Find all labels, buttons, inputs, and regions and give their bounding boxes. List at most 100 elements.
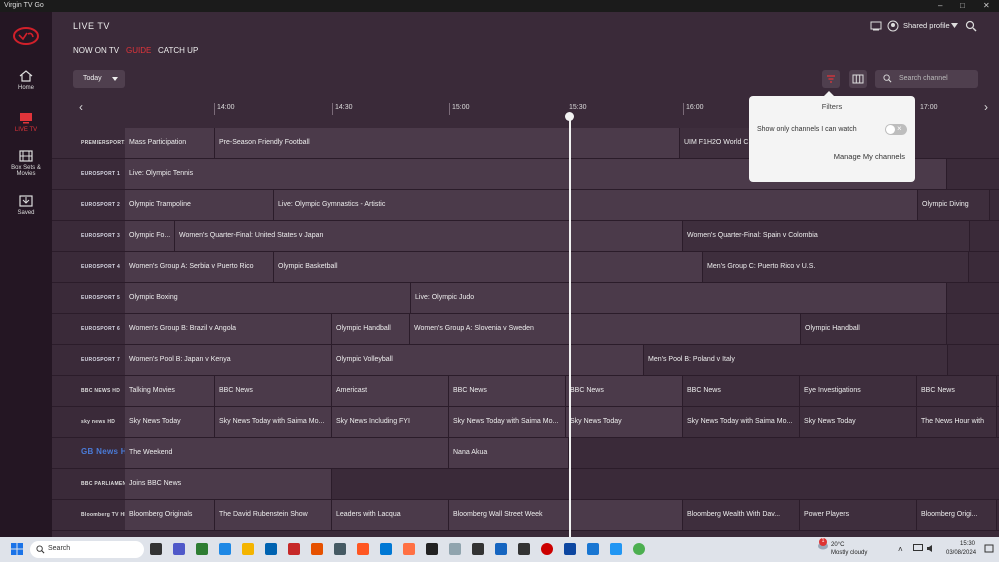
minimize-button[interactable]: –: [938, 1, 942, 10]
search-icon[interactable]: [965, 20, 977, 32]
programme-cell[interactable]: BBC News: [449, 376, 566, 406]
programme-cell[interactable]: Americast: [332, 376, 449, 406]
programme-cell[interactable]: Live: Olympic Judo: [411, 283, 947, 313]
programme-cell[interactable]: Mass Participation: [125, 128, 215, 158]
programme-cell[interactable]: Olympic Handball: [332, 314, 410, 344]
programme-cell[interactable]: Women's Pool B: Japan v Kenya: [125, 345, 332, 375]
notifications-icon[interactable]: [984, 544, 994, 554]
cast-icon[interactable]: [870, 21, 882, 31]
app-icon[interactable]: [196, 543, 208, 555]
programme-cell[interactable]: Joins BBC News: [125, 469, 332, 499]
chevron-up-icon[interactable]: ˄: [898, 545, 903, 554]
programme-cell[interactable]: BBC News: [683, 376, 800, 406]
programme-cell[interactable]: Sky News Today with Saima Mo...: [449, 407, 566, 437]
programme-cell[interactable]: Nana Akua: [449, 438, 569, 468]
programme-cell[interactable]: Olympic Boxing: [125, 283, 411, 313]
app-icon[interactable]: [495, 543, 507, 555]
programme-cell[interactable]: Leaders with Lacqua: [332, 500, 449, 530]
programme-cell[interactable]: Sky News Today: [566, 407, 683, 437]
tab-guide[interactable]: GUIDE: [126, 46, 151, 55]
close-button[interactable]: ✕: [983, 1, 990, 10]
outlook-icon[interactable]: [564, 543, 576, 555]
app-icon[interactable]: [334, 543, 346, 555]
channel-logo[interactable]: BBC NEWS HD: [81, 388, 120, 394]
channel-logo[interactable]: BBC PARLIAMENT: [81, 481, 130, 487]
app-icon[interactable]: [518, 543, 530, 555]
chevron-down-icon[interactable]: [951, 23, 958, 28]
app-icon[interactable]: [587, 543, 599, 555]
programme-cell[interactable]: Women's Quarter-Final: United States v J…: [175, 221, 683, 251]
filter-button[interactable]: [822, 70, 840, 88]
programme-cell[interactable]: Power Players: [800, 500, 917, 530]
programme-cell[interactable]: Sky News Including FYI: [332, 407, 449, 437]
programme-cell[interactable]: Olympic Diving: [918, 190, 990, 220]
virgin-tv-icon[interactable]: [541, 543, 553, 555]
programme-cell[interactable]: Olympic Handball: [801, 314, 947, 344]
programme-cell[interactable]: The News Hour with: [917, 407, 997, 437]
watchable-channels-toggle[interactable]: ×: [885, 124, 907, 135]
windows-start-icon[interactable]: [11, 543, 23, 555]
programme-cell[interactable]: Bloomberg Origi...: [917, 500, 997, 530]
channel-logo[interactable]: EUROSPORT 3: [81, 233, 120, 239]
store-icon[interactable]: [265, 543, 277, 555]
app-icon[interactable]: [472, 543, 484, 555]
tab-catch-up[interactable]: CATCH UP: [158, 46, 198, 55]
channel-logo[interactable]: EUROSPORT 7: [81, 357, 120, 363]
display-icon[interactable]: [913, 544, 923, 553]
file-explorer-icon[interactable]: [242, 543, 254, 555]
sidebar-item-box-sets[interactable]: Box Sets & Movies: [0, 150, 52, 177]
programme-cell[interactable]: Olympic Volleyball: [332, 345, 644, 375]
firefox-icon[interactable]: [403, 543, 415, 555]
programme-cell[interactable]: Bloomberg Wealth With Dav...: [683, 500, 800, 530]
sidebar-item-home[interactable]: Home: [0, 70, 52, 91]
edge-icon[interactable]: [380, 543, 392, 555]
channel-logo[interactable]: EUROSPORT 5: [81, 295, 120, 301]
programme-cell[interactable]: Women's Group A: Serbia v Puerto Rico: [125, 252, 274, 282]
manage-channels-link[interactable]: Manage My channels: [834, 152, 905, 161]
profile-name[interactable]: Shared profile: [903, 21, 950, 30]
channel-logo[interactable]: Bloomberg TV HD: [81, 512, 128, 518]
search-channel-input[interactable]: Search channel: [875, 70, 978, 88]
programme-cell[interactable]: Women's Quarter-Final: Spain v Colombia: [683, 221, 970, 251]
programme-cell[interactable]: BBC News: [215, 376, 332, 406]
programme-cell[interactable]: Sky News Today: [125, 407, 215, 437]
brave-icon[interactable]: [357, 543, 369, 555]
day-selector[interactable]: Today: [73, 70, 125, 88]
speaker-icon[interactable]: [926, 544, 936, 553]
guide-prev-arrow-icon[interactable]: ‹: [79, 100, 83, 114]
app-icon[interactable]: [288, 543, 300, 555]
app-icon[interactable]: [449, 543, 461, 555]
mail-icon[interactable]: [610, 543, 622, 555]
programme-cell[interactable]: BBC News: [917, 376, 997, 406]
programme-cell[interactable]: Women's Group A: Slovenia v Sweden: [410, 314, 801, 344]
channel-logo[interactable]: EUROSPORT 2: [81, 202, 120, 208]
programme-cell[interactable]: Olympic Trampoline: [125, 190, 274, 220]
programme-cell[interactable]: Live: Olympic Gymnastics - Artistic: [274, 190, 918, 220]
channel-logo[interactable]: EUROSPORT 4: [81, 264, 120, 270]
programme-cell[interactable]: Olympic Basketball: [274, 252, 703, 282]
programme-cell[interactable]: Olympic Fo...: [125, 221, 175, 251]
chrome-app-icon[interactable]: [311, 543, 323, 555]
programme-cell[interactable]: Women's Group B: Brazil v Angola: [125, 314, 332, 344]
terminal-icon[interactable]: [426, 543, 438, 555]
channel-logo[interactable]: EUROSPORT 1: [81, 171, 120, 177]
channel-logo[interactable]: EUROSPORT 6: [81, 326, 120, 332]
taskbar-search[interactable]: Search: [30, 541, 144, 558]
maximize-button[interactable]: □: [960, 1, 965, 10]
virgin-logo-icon[interactable]: [12, 26, 40, 46]
programme-cell[interactable]: Pre-Season Friendly Football: [215, 128, 680, 158]
programme-cell[interactable]: The Weekend: [125, 438, 449, 468]
programme-cell[interactable]: Bloomberg Originals: [125, 500, 215, 530]
sidebar-item-saved[interactable]: Saved: [0, 195, 52, 216]
channel-logo[interactable]: sky news HD: [81, 419, 115, 425]
chrome-icon[interactable]: [633, 543, 645, 555]
programme-cell[interactable]: Talking Movies: [125, 376, 215, 406]
task-view-icon[interactable]: [150, 543, 162, 555]
programme-cell[interactable]: Sky News Today with Saima Mo...: [215, 407, 332, 437]
teams-icon[interactable]: [173, 543, 185, 555]
layout-toggle-button[interactable]: [849, 70, 867, 88]
programme-cell[interactable]: The David Rubenstein Show: [215, 500, 332, 530]
programme-cell[interactable]: Men's Pool B: Poland v Italy: [644, 345, 948, 375]
programme-cell[interactable]: Sky News Today with Saima Mo...: [683, 407, 800, 437]
programme-cell[interactable]: BBC News: [566, 376, 683, 406]
